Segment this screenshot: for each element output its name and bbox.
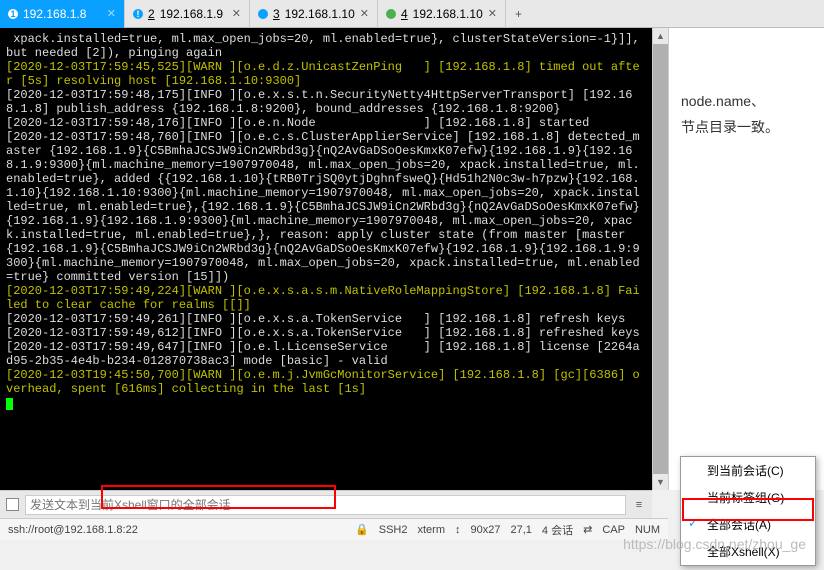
terminal-pane: xpack.installed=true, ml.max_open_jobs=2… xyxy=(0,28,652,490)
tab-2[interactable]: ! 2 192.168.1.9 ✕ xyxy=(125,0,250,28)
status-size: 90x27 xyxy=(471,524,501,536)
tab-close-icon[interactable]: ✕ xyxy=(232,7,241,20)
watermark-text: https://blog.csdn.net/zhou_ge xyxy=(623,536,806,552)
scroll-down-icon[interactable]: ▼ xyxy=(653,474,668,490)
tab-close-icon[interactable]: ✕ xyxy=(360,7,369,20)
menu-item-current-tabgroup[interactable]: 当前标签组(G) xyxy=(681,484,815,511)
tab-host: 192.168.1.8 xyxy=(23,7,86,21)
status-dot-icon xyxy=(258,9,268,19)
alert-dot-icon: ! xyxy=(133,9,143,19)
send-input-bar: ≡ xyxy=(0,490,652,518)
lock-icon: 🔒 xyxy=(355,523,369,536)
status-protocol: SSH2 xyxy=(379,524,408,536)
status-sessions: 4 会话 xyxy=(542,522,573,538)
tab-host: 192.168.1.10 xyxy=(285,7,355,21)
status-term: xterm xyxy=(418,524,446,536)
side-text-2: 节点目录一致。 xyxy=(681,114,814,140)
tab-close-icon[interactable]: ✕ xyxy=(488,7,497,20)
menu-item-current-session[interactable]: 到当前会话(C) xyxy=(681,457,815,484)
send-target-menu-button[interactable]: ≡ xyxy=(632,499,646,511)
menu-item-all-sessions[interactable]: 全部会话(A) xyxy=(681,511,815,538)
tab-num: 2 xyxy=(148,7,155,21)
tab-close-icon[interactable]: ✕ xyxy=(107,7,116,20)
tab-num: 3 xyxy=(273,7,280,21)
status-dot-icon: 1 xyxy=(8,9,18,19)
status-bar: ssh://root@192.168.1.8:22 🔒 SSH2 xterm ↕… xyxy=(0,518,668,540)
status-cap: CAP xyxy=(602,524,625,536)
resize-icon: ↕ xyxy=(455,524,461,536)
side-text-1: node.name、 xyxy=(681,88,814,114)
tab-host: 192.168.1.10 xyxy=(413,7,483,21)
scroll-thumb[interactable] xyxy=(653,44,668,474)
tabs-bar: 1 192.168.1.8 ✕ ! 2 192.168.1.9 ✕ 3 192.… xyxy=(0,0,824,28)
tab-1[interactable]: 1 192.168.1.8 ✕ xyxy=(0,0,125,28)
tab-num: 4 xyxy=(401,7,408,21)
tab-host: 192.168.1.9 xyxy=(160,7,223,21)
status-num: NUM xyxy=(635,524,660,536)
tab-3[interactable]: 3 192.168.1.10 ✕ xyxy=(250,0,378,28)
send-checkbox[interactable] xyxy=(6,498,19,511)
send-text-input[interactable] xyxy=(25,495,626,515)
new-tab-button[interactable]: + xyxy=(506,0,531,28)
scroll-up-icon[interactable]: ▲ xyxy=(653,28,668,44)
status-dot-icon xyxy=(386,9,396,19)
status-connection: ssh://root@192.168.1.8:22 xyxy=(8,524,138,536)
network-icon: ⇄ xyxy=(583,523,592,536)
scrollbar[interactable]: ▲ ▼ xyxy=(652,28,668,490)
tab-4[interactable]: 4 192.168.1.10 ✕ xyxy=(378,0,506,28)
terminal-output[interactable]: xpack.installed=true, ml.max_open_jobs=2… xyxy=(0,28,652,490)
main-row: xpack.installed=true, ml.max_open_jobs=2… xyxy=(0,28,824,490)
side-panel: node.name、 节点目录一致。 xyxy=(668,28,824,490)
status-cursor-pos: 27,1 xyxy=(510,524,531,536)
